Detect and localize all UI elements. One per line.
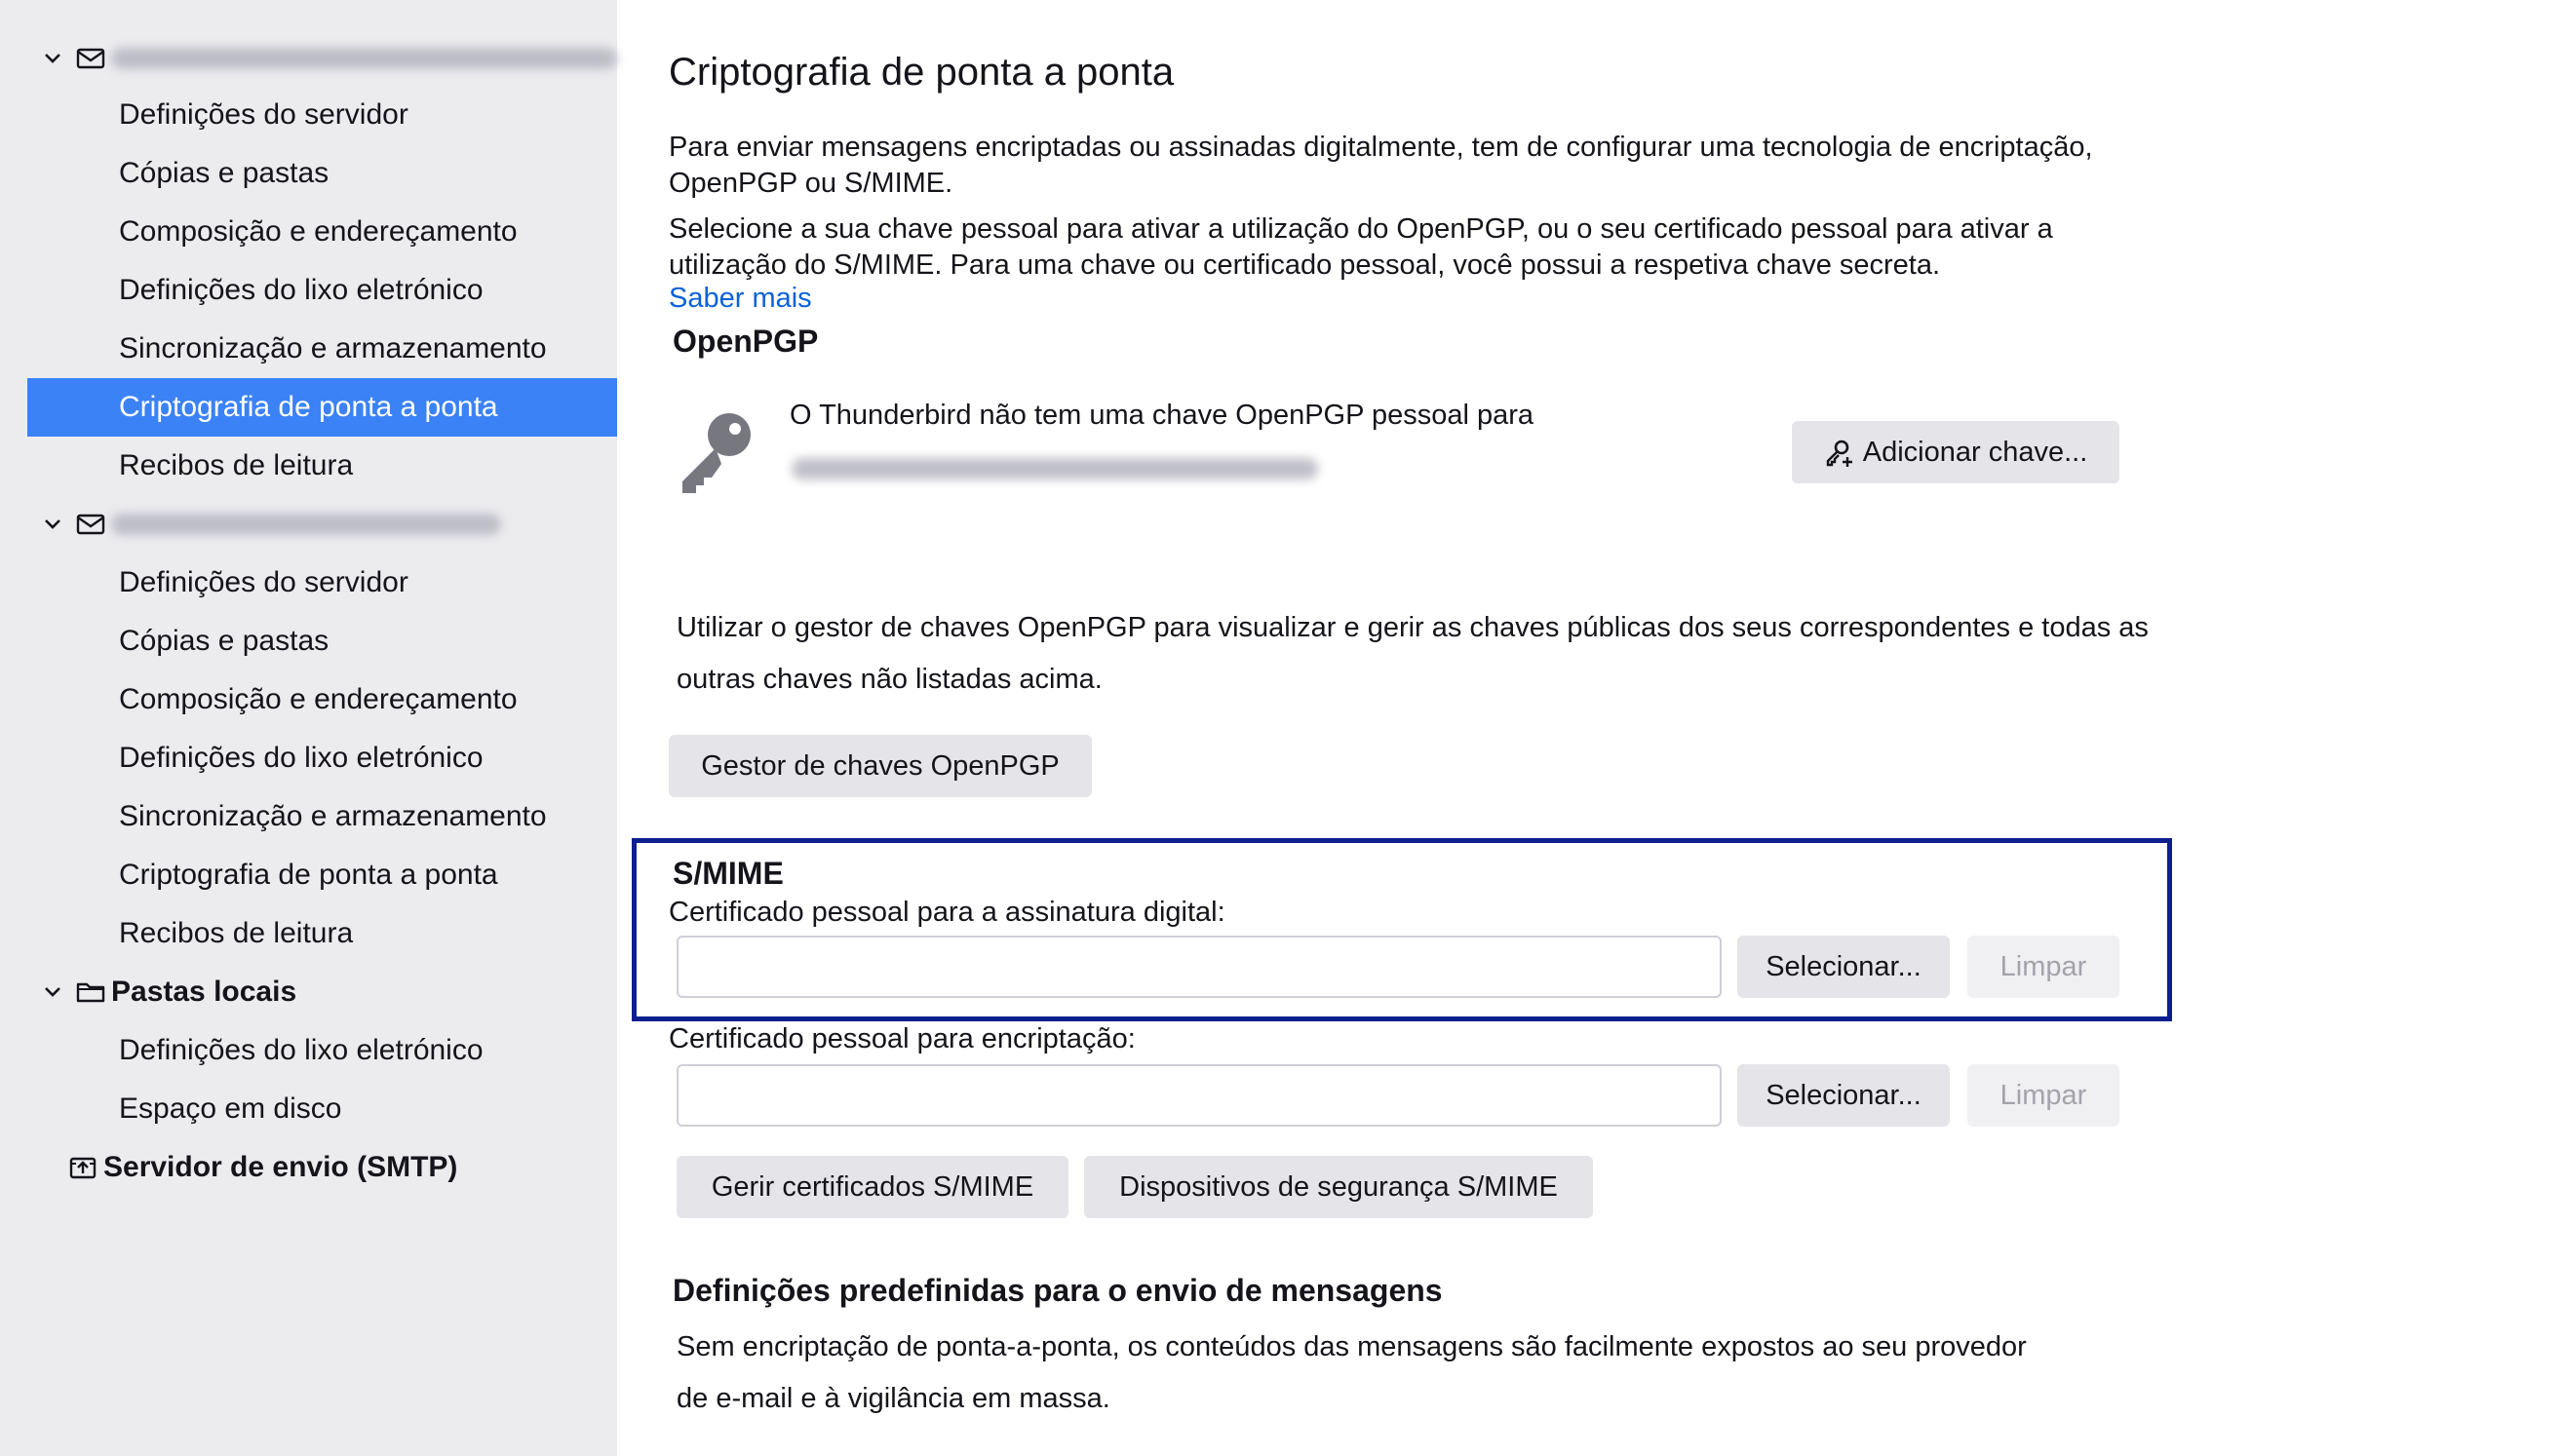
page-title: Criptografia de ponta a ponta [669,51,1175,94]
account-1-header[interactable] [27,29,617,88]
sidebar-item-label: Recibos de leitura [119,449,354,481]
folder-icon [76,982,105,1003]
intro-paragraph-2: Selecione a sua chave pessoal para ativa… [669,213,2053,281]
sidebar-item-label: Sincronização e armazenamento [119,800,547,832]
clear-encryption-cert-button[interactable]: Limpar [1967,1064,2119,1127]
select-label: Selecionar... [1766,950,1922,982]
sidebar-item-composition[interactable]: Composição e endereçamento [27,203,617,261]
sidebar-item-label: Criptografia de ponta a ponta [119,391,498,423]
signing-cert-label: Certificado pessoal para a assinatura di… [669,897,1225,928]
sidebar-item-label: Definições do servidor [119,566,408,598]
intro-paragraph-1: Para enviar mensagens encriptadas ou ass… [669,132,2093,199]
clear-label: Limpar [1999,1079,2087,1111]
sidebar-item-sync-storage[interactable]: Sincronização e armazenamento [27,787,617,846]
sidebar-item-copies-folders[interactable]: Cópias e pastas [27,612,617,671]
no-key-message: O Thunderbird não tem uma chave OpenPGP … [790,400,1534,431]
sidebar-item-e2ee[interactable]: Criptografia de ponta a ponta [27,846,617,904]
mail-icon [76,48,105,69]
local-folders-label: Pastas locais [111,976,297,1008]
sidebar-item-return-receipts[interactable]: Recibos de leitura [27,904,617,963]
add-key-icon [1826,440,1852,467]
chevron-down-icon[interactable] [41,513,64,536]
sidebar-item-label: Sincronização e armazenamento [119,332,547,364]
manage-certs-label: Gerir certificados S/MIME [711,1170,1034,1203]
smtp-label: Servidor de envio (SMTP) [103,1151,458,1183]
default-send-settings-heading: Definições predefinidas para o envio de … [673,1273,1443,1308]
sidebar-item-server-settings[interactable]: Definições do servidor [27,554,617,612]
mail-icon [76,514,105,535]
no-key-email [792,458,1318,479]
sidebar-item-label: Recibos de leitura [119,917,354,949]
add-key-label: Adicionar chave... [1862,436,2088,468]
encryption-cert-field[interactable] [677,1064,1722,1127]
security-devices-label: Dispositivos de segurança S/MIME [1119,1170,1558,1203]
sidebar-item-junk[interactable]: Definições do lixo eletrónico [27,261,617,320]
key-manager-description: Utilizar o gestor de chaves OpenPGP para… [677,612,2149,695]
chevron-down-icon[interactable] [41,47,64,70]
smime-heading: S/MIME [673,856,784,891]
manage-smime-certs-button[interactable]: Gerir certificados S/MIME [677,1156,1068,1218]
sidebar-item-return-receipts[interactable]: Recibos de leitura [27,437,617,495]
sidebar-item-label: Definições do lixo eletrónico [119,274,484,306]
select-encryption-cert-button[interactable]: Selecionar... [1737,1064,1950,1127]
sidebar-item-label: Definições do servidor [119,98,408,131]
add-key-button[interactable]: Adicionar chave... [1792,421,2119,483]
encryption-cert-label: Certificado pessoal para encriptação: [669,1023,1136,1054]
select-label: Selecionar... [1766,1079,1922,1111]
select-signing-cert-button[interactable]: Selecionar... [1737,936,1950,998]
key-icon [682,413,751,493]
clear-signing-cert-button[interactable]: Limpar [1967,936,2119,998]
outgoing-server-icon [69,1157,97,1179]
signing-cert-field[interactable] [677,936,1722,998]
sidebar-item-copies-folders[interactable]: Cópias e pastas [27,144,617,203]
sidebar-item-junk[interactable]: Definições do lixo eletrónico [27,729,617,787]
sidebar-item-label: Cópias e pastas [119,625,330,657]
key-manager-label: Gestor de chaves OpenPGP [701,749,1060,782]
sidebar-item-label: Composição e endereçamento [119,683,518,715]
smtp-server-item[interactable]: Servidor de envio (SMTP) [27,1138,617,1197]
sidebar-item-e2ee-selected[interactable]: Criptografia de ponta a ponta [27,378,617,437]
clear-label: Limpar [1999,950,2087,982]
sidebar-item-sync-storage[interactable]: Sincronização e armazenamento [27,320,617,378]
sidebar-item-junk-local[interactable]: Definições do lixo eletrónico [27,1021,617,1080]
sidebar-item-label: Definições do lixo eletrónico [119,742,484,774]
sidebar-item-label: Espaço em disco [119,1092,342,1125]
smime-security-devices-button[interactable]: Dispositivos de segurança S/MIME [1084,1156,1593,1218]
account-sidebar: Definições do servidor Cópias e pastas C… [0,0,617,1456]
openpgp-heading: OpenPGP [673,324,819,359]
sidebar-item-label: Definições do lixo eletrónico [119,1034,484,1066]
local-folders-header[interactable]: Pastas locais [27,963,617,1021]
openpgp-key-manager-button[interactable]: Gestor de chaves OpenPGP [669,735,1092,797]
account-2-email [111,514,501,535]
account-2-header[interactable] [27,495,617,554]
sidebar-item-label: Cópias e pastas [119,157,330,189]
sidebar-item-server-settings[interactable]: Definições do servidor [27,86,617,144]
account-1-email [111,48,617,69]
sidebar-item-composition[interactable]: Composição e endereçamento [27,671,617,729]
chevron-down-icon[interactable] [41,980,64,1004]
sidebar-item-label: Composição e endereçamento [119,215,518,248]
default-send-settings-text: Sem encriptação de ponta-a-ponta, os con… [677,1331,2027,1414]
learn-more-link[interactable]: Saber mais [669,283,812,315]
sidebar-item-disk-space[interactable]: Espaço em disco [27,1080,617,1138]
sidebar-item-label: Criptografia de ponta a ponta [119,859,498,891]
